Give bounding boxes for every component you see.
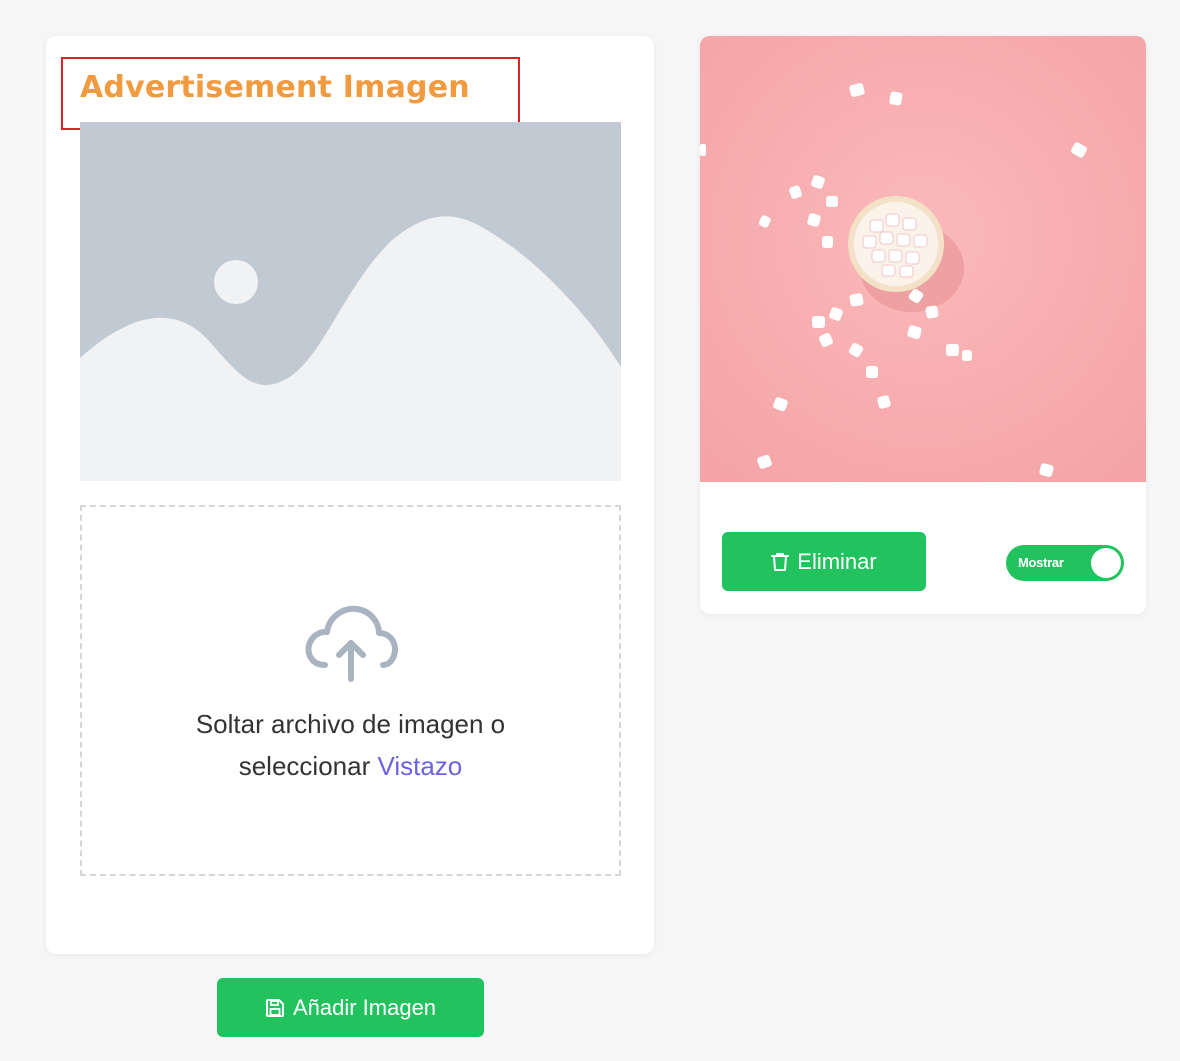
image-placeholder-icon xyxy=(80,122,621,481)
trash-icon xyxy=(771,552,790,571)
save-icon xyxy=(265,998,284,1017)
toggle-label: Mostrar xyxy=(1018,555,1064,570)
add-image-label: Añadir Imagen xyxy=(292,994,437,1020)
dropzone-text-line2: seleccionar Vistazo xyxy=(82,745,619,787)
card-title: Advertisement Imagen xyxy=(80,70,470,105)
preview-card: Eliminar Mostrar xyxy=(700,36,1146,614)
upload-card: Advertisement Imagen Soltar archivo de i… xyxy=(46,36,654,954)
visibility-toggle[interactable]: Mostrar xyxy=(1006,545,1124,581)
dropzone-instructions: Soltar archivo de imagen o seleccionar V… xyxy=(82,703,619,787)
image-placeholder xyxy=(80,122,621,481)
delete-button[interactable]: Eliminar xyxy=(722,532,926,591)
toggle-knob xyxy=(1091,548,1121,578)
dropzone-text-line1: Soltar archivo de imagen o xyxy=(195,709,506,739)
browse-link[interactable]: Vistazo xyxy=(377,751,462,781)
dropzone-text-prefix: seleccionar xyxy=(238,751,371,781)
delete-label: Eliminar xyxy=(797,548,877,574)
file-dropzone[interactable]: Soltar archivo de imagen o seleccionar V… xyxy=(80,505,621,876)
add-image-button[interactable]: Añadir Imagen xyxy=(217,978,484,1037)
cloud-upload-icon xyxy=(305,605,398,682)
uploaded-photo xyxy=(700,36,1146,482)
marshmallows-photo-illustration xyxy=(700,36,1146,482)
